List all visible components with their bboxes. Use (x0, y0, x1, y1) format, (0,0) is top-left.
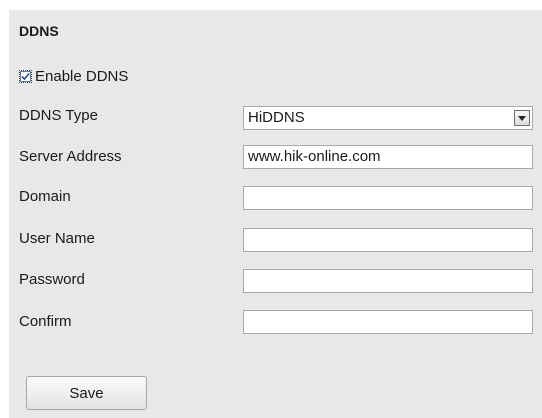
save-button[interactable]: Save (26, 376, 147, 410)
ddns-settings-panel: DDNS Enable DDNS DDNS Type HiDDNS Server… (9, 10, 542, 418)
enable-ddns-checkbox[interactable] (19, 69, 32, 83)
user-name-input[interactable] (243, 228, 533, 252)
domain-input[interactable] (243, 186, 533, 210)
password-input[interactable] (243, 269, 533, 293)
server-address-label: Server Address (19, 148, 122, 165)
chevron-down-icon[interactable] (514, 110, 530, 126)
ddns-type-select[interactable]: HiDDNS (243, 106, 533, 130)
enable-ddns-label: Enable DDNS (35, 67, 129, 85)
user-name-label: User Name (19, 230, 95, 247)
password-label: Password (19, 271, 85, 288)
confirm-input[interactable] (243, 310, 533, 334)
ddns-type-value: HiDDNS (248, 109, 305, 126)
confirm-label: Confirm (19, 313, 72, 330)
domain-label: Domain (19, 188, 71, 205)
ddns-type-label: DDNS Type (19, 107, 98, 124)
checkmark-icon (21, 72, 30, 80)
section-title: DDNS (19, 23, 59, 39)
enable-ddns-row[interactable]: Enable DDNS (19, 66, 128, 86)
server-address-input[interactable]: www.hik-online.com (243, 145, 533, 169)
